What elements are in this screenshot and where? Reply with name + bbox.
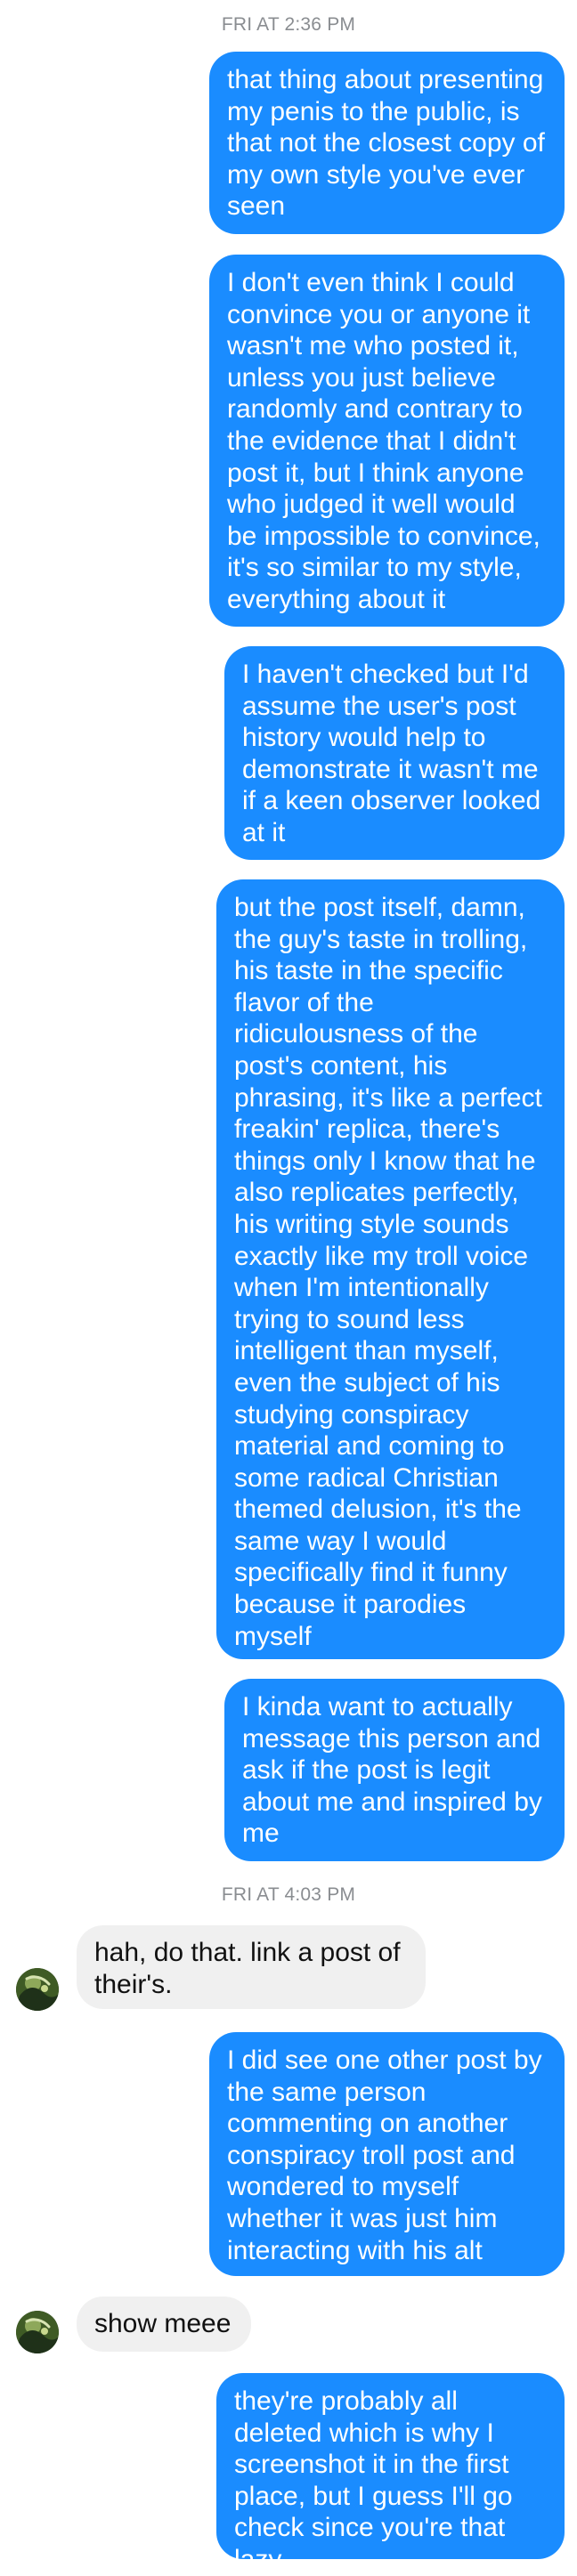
message-text: that thing about presenting my penis to … [227,65,545,222]
outgoing-message-4[interactable]: but the post itself, damn, the guy's tas… [216,879,565,1659]
contact-avatar[interactable] [16,1968,59,2011]
message-text: I kinda want to actually message this pe… [242,1692,542,1849]
outgoing-message-6[interactable]: I did see one other post by the same per… [209,2032,565,2276]
outgoing-message-3[interactable]: I haven't checked but I'd assume the use… [224,646,565,860]
message-thread[interactable]: FRI AT 2:36 PM that thing about presenti… [0,0,577,2574]
incoming-message-1[interactable]: hah, do that. link a post of their's. [77,1925,426,2009]
message-text: I don't even think I could convince you … [227,268,540,614]
message-text: hah, do that. link a post of their's. [94,1938,401,1999]
outgoing-message-7[interactable]: they're probably all deleted which is wh… [216,2373,565,2574]
outgoing-message-5[interactable]: I kinda want to actually message this pe… [224,1679,565,1861]
message-text: I haven't checked but I'd assume the use… [242,660,541,847]
message-text: they're probably all deleted which is wh… [234,2386,513,2574]
outgoing-message-2[interactable]: I don't even think I could convince you … [209,255,565,627]
message-text: but the post itself, damn, the guy's tas… [234,893,542,1651]
outgoing-message-1[interactable]: that thing about presenting my penis to … [209,52,565,234]
timestamp-first: FRI AT 2:36 PM [221,14,356,35]
message-text: I did see one other post by the same per… [227,2045,542,2265]
contact-avatar[interactable] [16,2311,59,2353]
message-text: show meee [94,2309,232,2338]
timestamp-second: FRI AT 4:03 PM [221,1884,356,1905]
incoming-message-2[interactable]: show meee [77,2297,251,2352]
